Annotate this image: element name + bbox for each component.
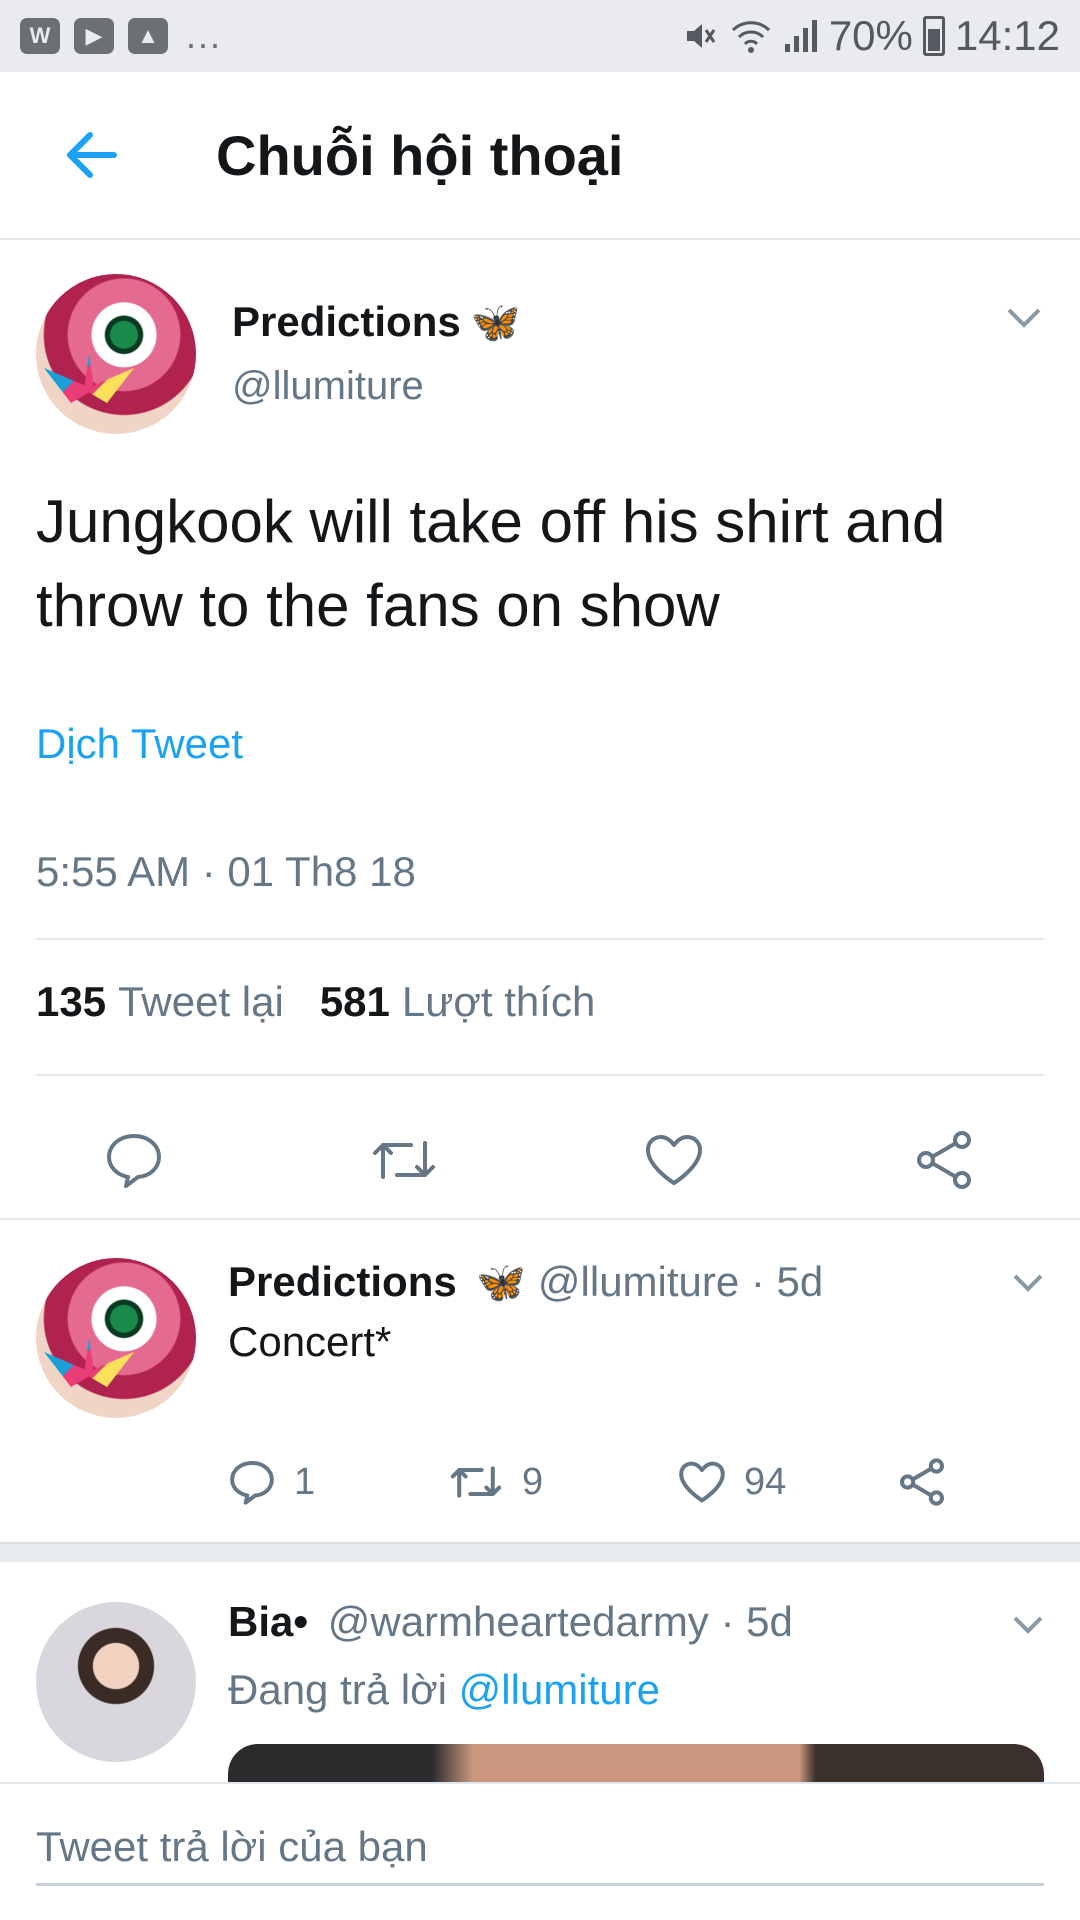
reply-header: Predictions 🦋 @llumiture · 5d bbox=[228, 1258, 823, 1306]
author-name[interactable]: Bia• bbox=[228, 1598, 308, 1645]
likes-label: Lượt thích bbox=[401, 978, 596, 1025]
handle-and-time[interactable]: @llumiture · 5d bbox=[538, 1258, 823, 1305]
youtube-icon: ▶ bbox=[74, 18, 114, 54]
page-title: Chuỗi hội thoại bbox=[216, 123, 624, 187]
retweet-icon bbox=[450, 1466, 502, 1498]
replying-to: Đang trả lời @llumiture bbox=[228, 1666, 660, 1714]
author-name[interactable]: Predictions bbox=[232, 298, 461, 346]
signal-icon bbox=[784, 20, 817, 52]
status-right: 70% 14:12 bbox=[679, 12, 1060, 60]
reply-compose-input[interactable] bbox=[36, 1810, 1044, 1886]
like-count: 94 bbox=[744, 1460, 787, 1503]
section-separator bbox=[0, 1542, 1080, 1562]
avatar[interactable] bbox=[36, 1602, 196, 1762]
likes-count: 581 bbox=[319, 978, 390, 1025]
author-handle[interactable]: @llumiture bbox=[232, 364, 424, 409]
reply-count: 1 bbox=[294, 1460, 316, 1503]
retweets-label: Tweet lại bbox=[118, 978, 284, 1025]
status-bar: W ▶ ▲ ... 70% 14:12 bbox=[0, 0, 1080, 72]
share-button[interactable] bbox=[884, 1100, 1004, 1220]
tweet-stats: 135 Tweet lại 581 Lượt thích bbox=[36, 978, 595, 1026]
retweets-count: 135 bbox=[36, 978, 107, 1025]
share-button[interactable] bbox=[898, 1458, 946, 1506]
chevron-down-icon[interactable] bbox=[1012, 1272, 1044, 1294]
replying-prefix: Đang trả lời bbox=[228, 1666, 447, 1713]
avatar-butterfly bbox=[44, 354, 134, 403]
reply-button[interactable]: 1 bbox=[228, 1459, 448, 1505]
mute-icon bbox=[686, 24, 716, 48]
butterfly-emoji: 🦋 bbox=[470, 300, 521, 345]
status-left-icons: W ▶ ▲ ... bbox=[20, 15, 222, 57]
author-name[interactable]: Predictions bbox=[228, 1258, 457, 1305]
reply-icon bbox=[107, 1134, 161, 1188]
heart-icon bbox=[679, 1461, 725, 1503]
replying-to-handle-link[interactable]: @llumiture bbox=[459, 1666, 660, 1713]
likes-stat[interactable]: 581 Lượt thích bbox=[320, 978, 596, 1026]
avatar[interactable] bbox=[36, 274, 196, 434]
like-button[interactable]: 94 bbox=[678, 1460, 898, 1504]
share-icon bbox=[900, 1458, 944, 1506]
author-name-row: Predictions 🦋 bbox=[232, 298, 521, 346]
back-button[interactable] bbox=[32, 95, 152, 215]
heart-icon bbox=[646, 1135, 702, 1185]
chevron-down-icon[interactable] bbox=[1012, 1614, 1044, 1636]
chevron-down-icon[interactable] bbox=[1006, 306, 1042, 330]
tweet-timestamp: 5:55 AM · 01 Th8 18 bbox=[36, 848, 416, 895]
reply-text: Concert* bbox=[228, 1318, 392, 1365]
gallery-icon: ▲ bbox=[128, 18, 168, 54]
more-notifications: ... bbox=[186, 15, 223, 56]
tweet-actions bbox=[0, 1100, 1080, 1220]
handle-and-time[interactable]: @warmheartedarmy · 5d bbox=[328, 1598, 793, 1645]
retweet-count: 9 bbox=[522, 1460, 544, 1503]
divider bbox=[36, 938, 1044, 940]
butterfly-emoji: 🦋 bbox=[476, 1261, 527, 1305]
retweets-stat[interactable]: 135 Tweet lại bbox=[36, 978, 284, 1026]
reply-media-preview[interactable] bbox=[228, 1744, 1044, 1784]
share-icon bbox=[917, 1131, 971, 1189]
conversation-header: Chuỗi hội thoại bbox=[0, 72, 1080, 240]
reply-actions: 1 9 94 bbox=[228, 1452, 946, 1512]
wifi-icon bbox=[731, 21, 770, 53]
translate-tweet-link[interactable]: Dịch Tweet bbox=[36, 720, 243, 768]
arrow-left-icon bbox=[67, 132, 117, 178]
avatar[interactable] bbox=[36, 1258, 196, 1418]
reply-icon bbox=[230, 1460, 274, 1505]
app-w-icon: W bbox=[20, 18, 60, 54]
reply-compose-bar bbox=[0, 1782, 1080, 1920]
tweet-text: Jungkook will take off his shirt and thr… bbox=[36, 488, 946, 639]
battery-icon bbox=[922, 16, 945, 56]
reply-header: Bia• @warmheartedarmy · 5d bbox=[228, 1598, 793, 1646]
clock: 14:12 bbox=[954, 12, 1060, 59]
divider bbox=[0, 1218, 1080, 1220]
avatar-butterfly bbox=[44, 1338, 134, 1387]
reply-button[interactable] bbox=[74, 1100, 194, 1220]
retweet-button[interactable] bbox=[344, 1100, 464, 1220]
like-button[interactable] bbox=[614, 1100, 734, 1220]
divider bbox=[36, 1074, 1044, 1076]
retweet-button[interactable]: 9 bbox=[448, 1461, 678, 1504]
retweet-icon bbox=[373, 1141, 435, 1179]
battery-percent: 70% bbox=[828, 12, 913, 59]
